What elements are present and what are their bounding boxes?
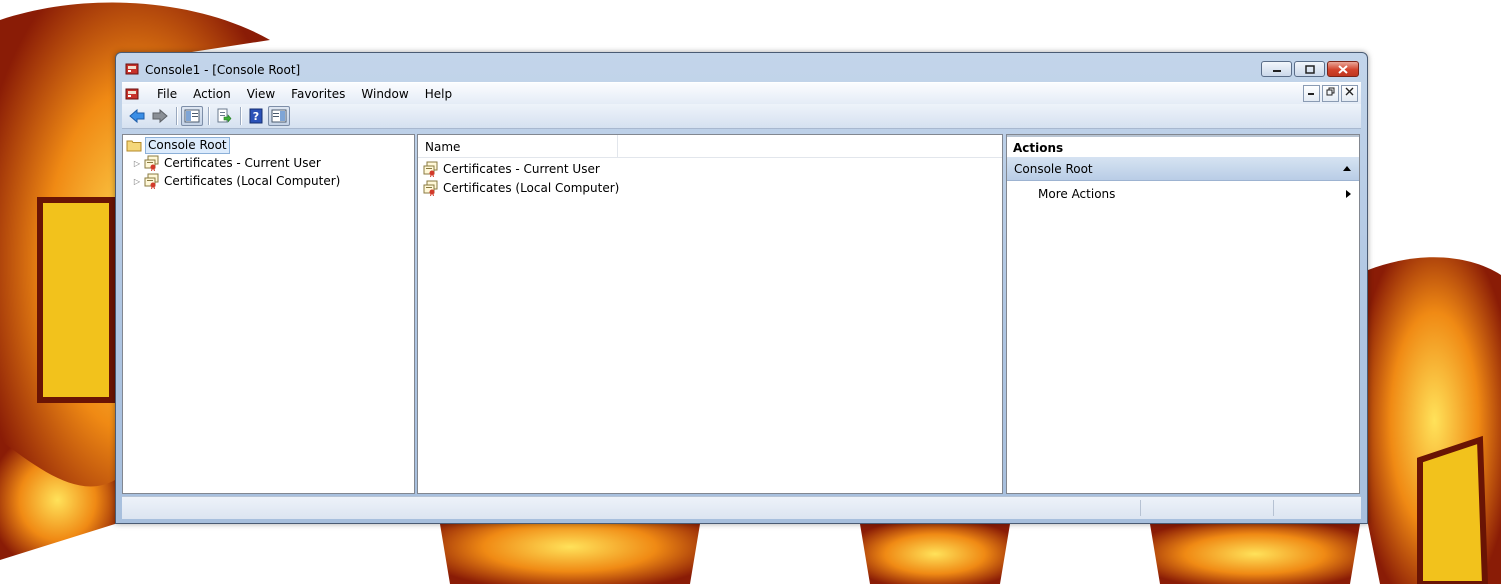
show-hide-tree-button[interactable] bbox=[181, 106, 203, 126]
actions-section-label: Console Root bbox=[1014, 162, 1093, 176]
tree-node-certificates-local-computer[interactable]: ▷ Certificates (Local Computer) bbox=[132, 172, 340, 190]
restore-icon bbox=[1326, 87, 1335, 96]
show-hide-action-pane-icon bbox=[271, 109, 287, 123]
certificate-icon bbox=[423, 161, 438, 177]
close-icon bbox=[1345, 87, 1354, 96]
list-item[interactable]: Certificates - Current User bbox=[423, 160, 600, 178]
caption-buttons bbox=[1259, 61, 1359, 79]
child-close-button[interactable] bbox=[1341, 85, 1358, 102]
list-item-label: Certificates (Local Computer) bbox=[443, 181, 620, 195]
mmc-window: Console1 - [Console Root] File Action Vi… bbox=[115, 52, 1368, 524]
console-tree-pane[interactable]: Console Root ▷ Certificates - Current Us… bbox=[122, 134, 415, 494]
show-hide-tree-icon bbox=[184, 109, 200, 123]
tree-node-console-root[interactable]: Console Root bbox=[126, 136, 230, 154]
menu-favorites[interactable]: Favorites bbox=[283, 83, 353, 105]
results-pane[interactable]: Name Certificates - Current User Certifi… bbox=[417, 134, 1003, 494]
minimize-icon bbox=[1308, 93, 1314, 95]
expand-arrow-icon[interactable]: ▷ bbox=[132, 176, 142, 186]
forward-button[interactable] bbox=[149, 106, 171, 126]
show-hide-action-pane-button[interactable] bbox=[268, 106, 290, 126]
window-title: Console1 - [Console Root] bbox=[145, 63, 301, 77]
expand-arrow-icon[interactable]: ▷ bbox=[132, 158, 142, 168]
maximize-button[interactable] bbox=[1294, 61, 1325, 77]
more-actions-item[interactable]: More Actions bbox=[1038, 185, 1359, 203]
mmc-console-icon[interactable] bbox=[125, 62, 139, 76]
help-button[interactable]: ? bbox=[245, 106, 267, 126]
back-arrow-icon bbox=[129, 108, 145, 124]
close-icon bbox=[1338, 64, 1348, 74]
menu-items: File Action View Favorites Window Help bbox=[149, 83, 460, 105]
maximize-icon bbox=[1304, 64, 1315, 74]
menu-action[interactable]: Action bbox=[185, 83, 239, 105]
actions-section-console-root[interactable]: Console Root bbox=[1007, 157, 1359, 181]
close-button[interactable] bbox=[1327, 61, 1359, 77]
child-restore-button[interactable] bbox=[1322, 85, 1339, 102]
toolbar-separator bbox=[208, 107, 209, 125]
certificate-icon bbox=[144, 173, 159, 189]
forward-arrow-icon bbox=[152, 108, 168, 124]
status-bar bbox=[122, 496, 1361, 519]
child-window-buttons bbox=[1301, 85, 1358, 102]
menu-help[interactable]: Help bbox=[417, 83, 460, 105]
actions-header: Actions bbox=[1007, 135, 1359, 155]
child-minimize-button[interactable] bbox=[1303, 85, 1320, 102]
title-bar[interactable]: Console1 - [Console Root] bbox=[116, 53, 1367, 81]
mmc-console-icon[interactable] bbox=[125, 87, 139, 101]
export-list-button[interactable] bbox=[213, 106, 235, 126]
submenu-arrow-icon bbox=[1346, 190, 1351, 198]
minimize-icon bbox=[1272, 70, 1281, 72]
menu-window[interactable]: Window bbox=[353, 83, 416, 105]
tree-node-label: Certificates (Local Computer) bbox=[164, 174, 341, 188]
list-item[interactable]: Certificates (Local Computer) bbox=[423, 179, 619, 197]
tree-node-label: Certificates - Current User bbox=[164, 156, 321, 170]
menu-file[interactable]: File bbox=[149, 83, 185, 105]
collapse-up-icon[interactable] bbox=[1343, 166, 1351, 171]
minimize-button[interactable] bbox=[1261, 61, 1292, 77]
certificate-icon bbox=[423, 180, 438, 196]
tree-node-label: Console Root bbox=[145, 136, 230, 154]
folder-icon bbox=[126, 140, 142, 152]
back-button[interactable] bbox=[126, 106, 148, 126]
menu-view[interactable]: View bbox=[239, 83, 283, 105]
list-header: Name bbox=[418, 135, 1002, 158]
certificate-icon bbox=[144, 155, 159, 171]
export-list-icon bbox=[217, 108, 232, 123]
svg-text:?: ? bbox=[253, 110, 259, 123]
list-item-label: Certificates - Current User bbox=[443, 162, 600, 176]
status-bar-separator bbox=[1140, 500, 1141, 516]
more-actions-label: More Actions bbox=[1038, 187, 1116, 201]
actions-pane: Actions Console Root More Actions bbox=[1006, 134, 1360, 494]
toolbar: ? bbox=[122, 104, 1361, 129]
menu-bar: File Action View Favorites Window Help bbox=[122, 82, 1361, 105]
help-icon: ? bbox=[249, 108, 263, 124]
column-header-name[interactable]: Name bbox=[418, 135, 618, 157]
toolbar-separator bbox=[176, 107, 177, 125]
tree-node-certificates-current-user[interactable]: ▷ Certificates - Current User bbox=[132, 154, 321, 172]
toolbar-separator bbox=[240, 107, 241, 125]
status-bar-separator bbox=[1273, 500, 1274, 516]
